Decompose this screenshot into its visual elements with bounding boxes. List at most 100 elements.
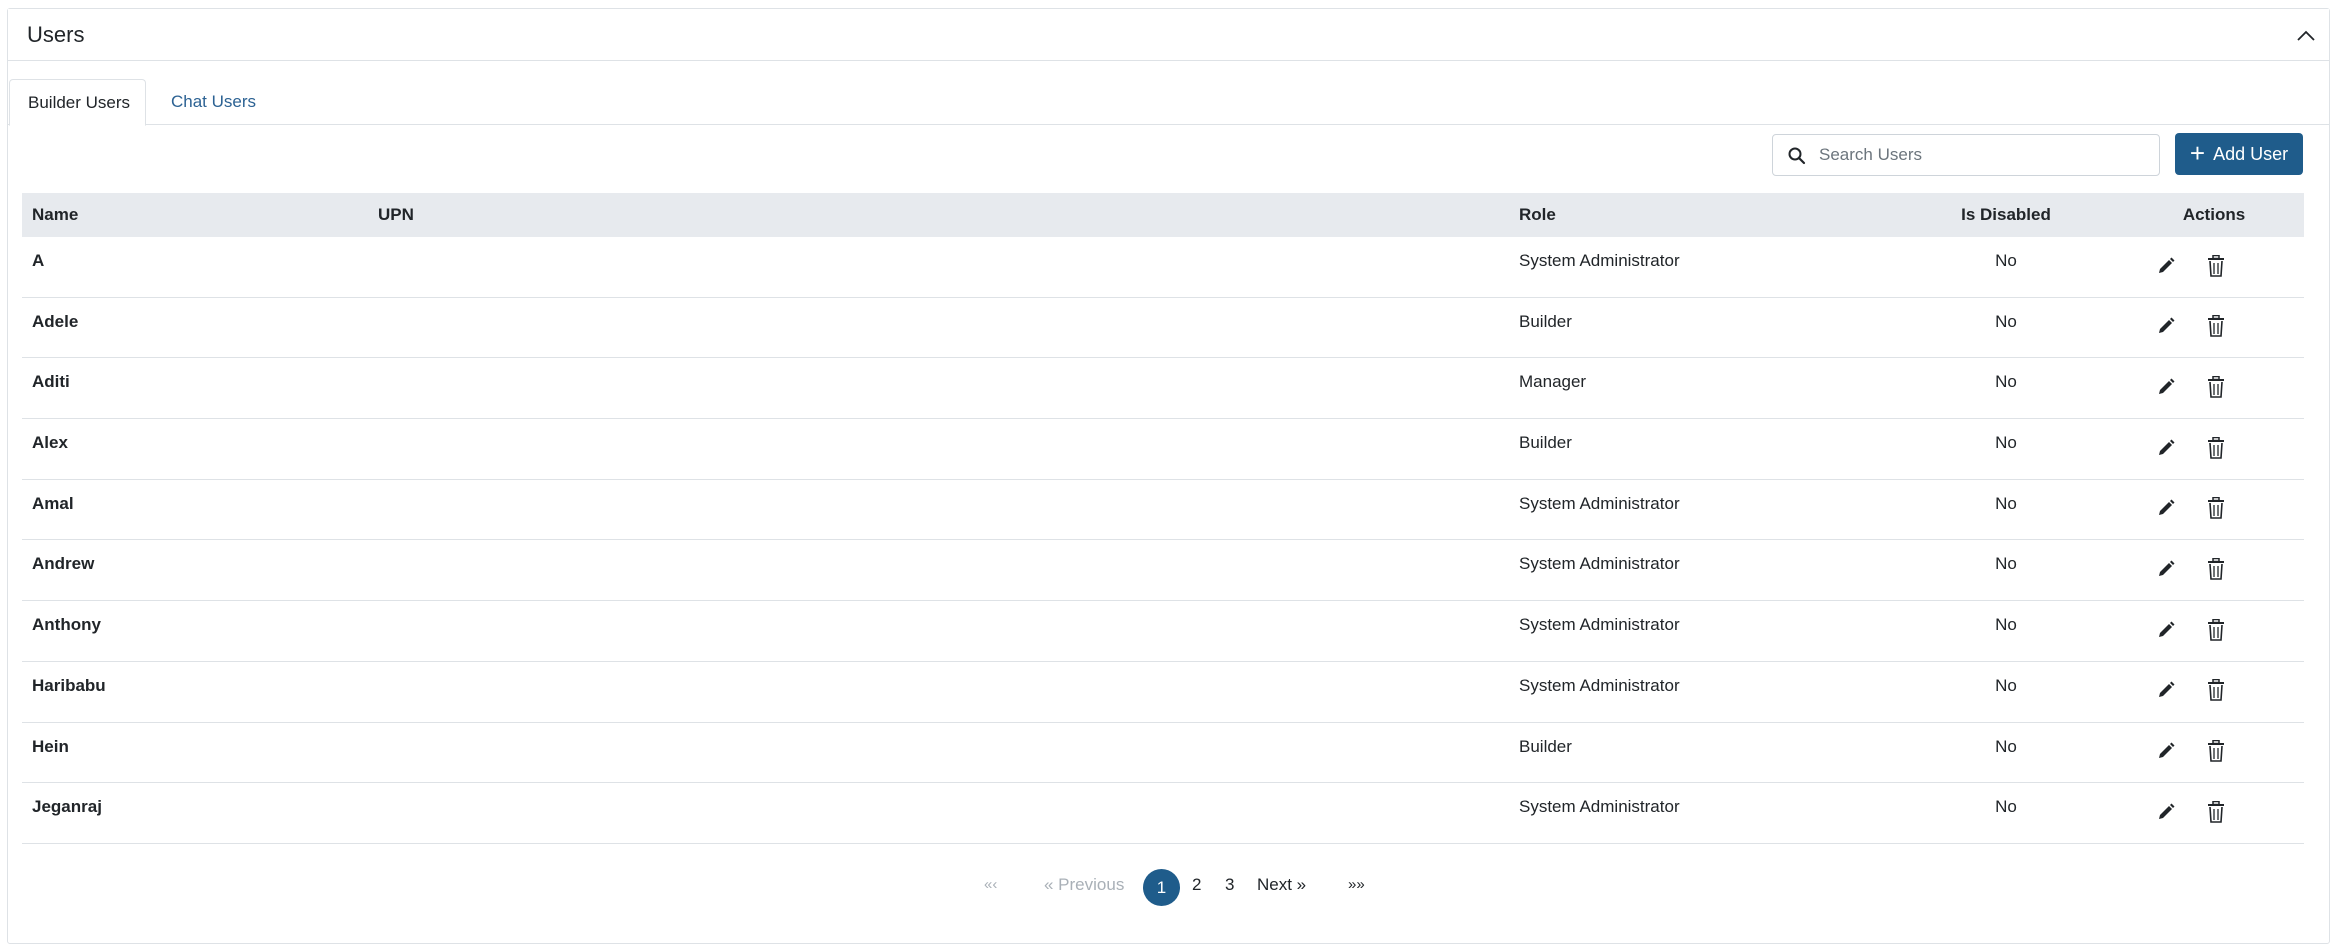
- cell-name: Andrew: [32, 554, 95, 574]
- trash-icon: [2207, 618, 2225, 646]
- delete-button[interactable]: [2204, 800, 2228, 827]
- tab-builder-users[interactable]: Builder Users: [9, 79, 146, 126]
- page-1-button[interactable]: 1: [1143, 869, 1180, 906]
- cell-name: Hein: [32, 736, 69, 756]
- tab-bar: Builder Users Chat Users: [8, 79, 2329, 126]
- cell-role: System Administrator: [1519, 797, 1680, 817]
- column-header-name[interactable]: Name: [32, 193, 78, 237]
- edit-button[interactable]: [2154, 498, 2178, 524]
- collapse-button[interactable]: [2293, 23, 2319, 49]
- cell-role: System Administrator: [1519, 675, 1680, 695]
- tab-chat-users[interactable]: Chat Users: [153, 79, 274, 126]
- column-header-is-disabled[interactable]: Is Disabled: [1926, 193, 2086, 237]
- search-box: [1772, 134, 2160, 176]
- pencil-icon: [2157, 621, 2175, 644]
- pencil-icon: [2157, 378, 2175, 401]
- cell-role: System Administrator: [1519, 554, 1680, 574]
- cell-is-disabled: No: [1995, 251, 2017, 270]
- cell-is-disabled: No: [1995, 797, 2017, 817]
- next-page-button[interactable]: Next »: [1257, 866, 1306, 904]
- table-row: Jeganraj System Administrator No: [22, 783, 2304, 844]
- cell-actions: [2154, 436, 2254, 464]
- cell-is-disabled: No: [1995, 433, 2017, 453]
- cell-actions: [2154, 618, 2254, 646]
- delete-button[interactable]: [2204, 375, 2228, 402]
- trash-icon: [2207, 557, 2225, 585]
- table-row: Haribabu System Administrator No: [22, 662, 2304, 723]
- cell-name: Haribabu: [32, 675, 106, 695]
- pencil-icon: [2157, 803, 2175, 826]
- delete-button[interactable]: [2204, 557, 2228, 585]
- table-row: Amal System Administrator No: [22, 480, 2304, 541]
- first-page-button[interactable]: «‹: [984, 866, 997, 904]
- edit-button[interactable]: [2154, 680, 2178, 706]
- cell-actions: [2154, 679, 2254, 706]
- edit-button[interactable]: [2154, 801, 2178, 827]
- column-header-role[interactable]: Role: [1519, 193, 1556, 237]
- table-row: Aditi Manager No: [22, 358, 2304, 420]
- delete-button[interactable]: [2204, 436, 2228, 464]
- cell-actions: [2154, 739, 2254, 767]
- cell-is-disabled: No: [1995, 615, 2017, 635]
- edit-button[interactable]: [2154, 376, 2178, 402]
- cell-role: System Administrator: [1519, 493, 1680, 513]
- delete-button[interactable]: [2204, 618, 2228, 646]
- table-row: Adele Builder No: [22, 298, 2304, 359]
- cell-is-disabled: No: [1995, 372, 2017, 392]
- trash-icon: [2207, 314, 2225, 342]
- pencil-icon: [2157, 499, 2175, 522]
- cell-actions: [2154, 497, 2254, 524]
- previous-page-button[interactable]: « Previous: [1044, 866, 1124, 904]
- add-user-button[interactable]: + Add User: [2175, 133, 2303, 175]
- trash-icon: [2207, 254, 2225, 282]
- cell-is-disabled: No: [1995, 675, 2017, 695]
- edit-button[interactable]: [2154, 316, 2178, 342]
- pencil-icon: [2157, 560, 2175, 583]
- table-row: Andrew System Administrator No: [22, 540, 2304, 602]
- cell-name: A: [32, 251, 45, 270]
- cell-actions: [2154, 557, 2254, 585]
- edit-button[interactable]: [2154, 558, 2178, 584]
- last-page-button[interactable]: »»: [1348, 866, 1365, 904]
- edit-button[interactable]: [2154, 619, 2178, 645]
- cell-actions: [2154, 800, 2254, 827]
- trash-icon: [2207, 679, 2225, 706]
- delete-button[interactable]: [2204, 679, 2228, 706]
- cell-name: Amal: [32, 493, 74, 513]
- delete-button[interactable]: [2204, 254, 2228, 282]
- delete-button[interactable]: [2204, 739, 2228, 767]
- page-2-button[interactable]: 2: [1192, 866, 1201, 904]
- cell-actions: [2154, 375, 2254, 402]
- delete-button[interactable]: [2204, 497, 2228, 524]
- trash-icon: [2207, 497, 2225, 524]
- edit-button[interactable]: [2154, 741, 2178, 767]
- chevron-up-icon: [2297, 30, 2315, 41]
- table-header: Name UPN Role Is Disabled Actions: [22, 193, 2304, 237]
- search-input[interactable]: [1819, 136, 2149, 174]
- table-row: Alex Builder No: [22, 419, 2304, 480]
- pencil-icon: [2157, 742, 2175, 765]
- search-icon: [1788, 147, 1806, 165]
- pagination: «‹ « Previous 1 2 3 Next » »»: [0, 866, 2337, 906]
- cell-is-disabled: No: [1995, 493, 2017, 513]
- table-row: A System Administrator No: [22, 237, 2304, 298]
- edit-button[interactable]: [2154, 255, 2178, 281]
- column-header-upn[interactable]: UPN: [378, 193, 414, 237]
- cell-role: System Administrator: [1519, 251, 1680, 270]
- trash-icon: [2207, 739, 2225, 767]
- pencil-icon: [2157, 681, 2175, 704]
- cell-name: Aditi: [32, 372, 70, 392]
- cell-actions: [2154, 314, 2254, 342]
- cell-role: Manager: [1519, 372, 1587, 392]
- cell-is-disabled: No: [1995, 311, 2017, 331]
- cell-name: Alex: [32, 433, 68, 453]
- cell-name: Adele: [32, 311, 79, 331]
- panel-header: Users: [8, 9, 2329, 61]
- cell-role: Builder: [1519, 311, 1572, 331]
- trash-icon: [2207, 436, 2225, 464]
- pencil-icon: [2157, 257, 2175, 280]
- table-row: Hein Builder No: [22, 723, 2304, 784]
- delete-button[interactable]: [2204, 314, 2228, 342]
- edit-button[interactable]: [2154, 437, 2178, 463]
- page-3-button[interactable]: 3: [1225, 866, 1234, 904]
